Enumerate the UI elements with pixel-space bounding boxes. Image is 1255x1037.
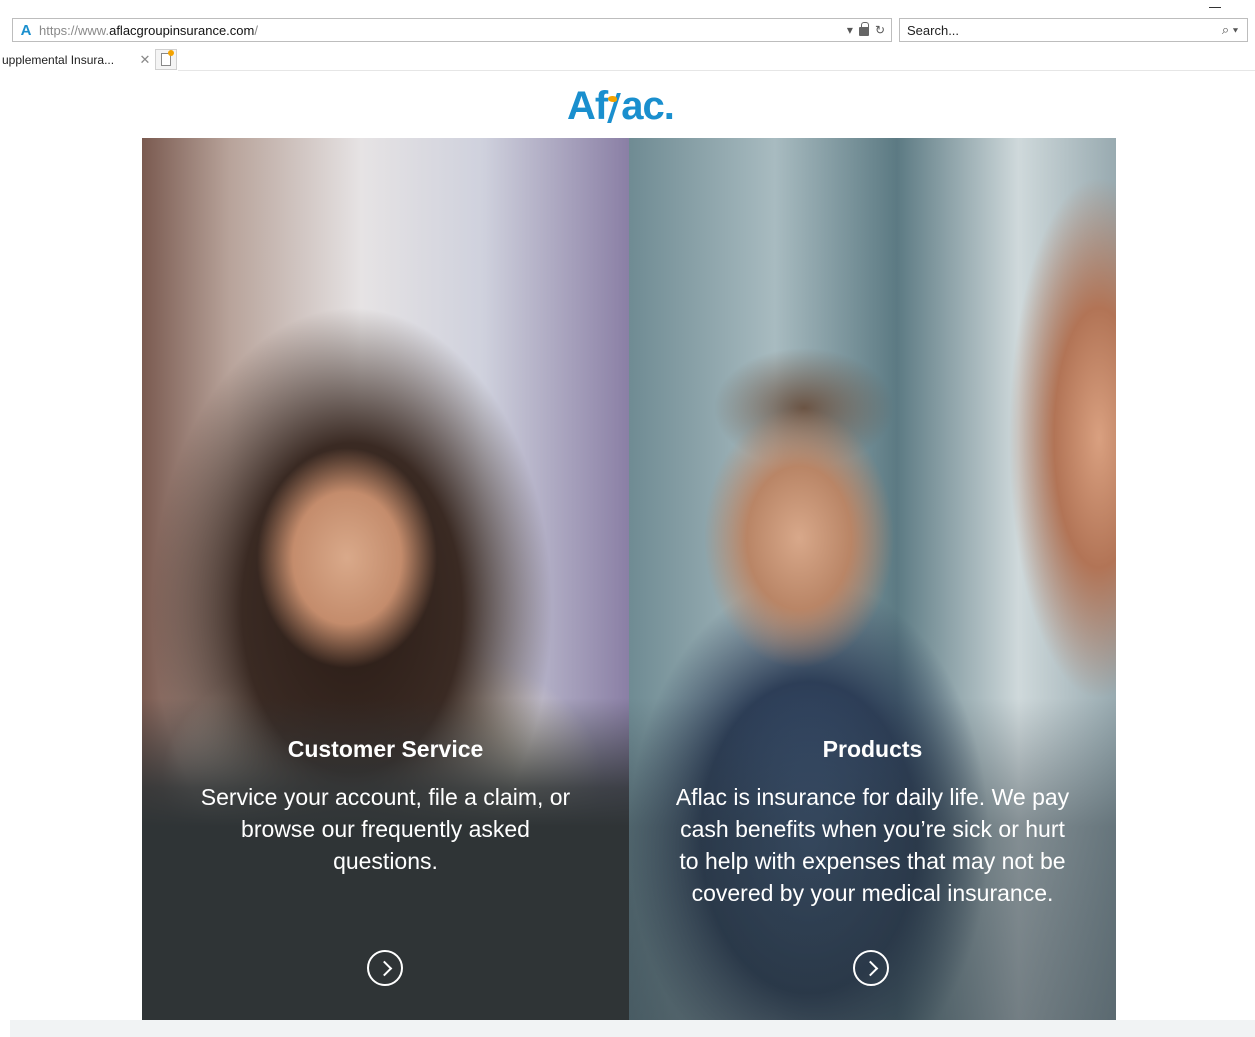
url-prefix: www. bbox=[78, 22, 110, 38]
chevron-right-circle-icon[interactable] bbox=[853, 950, 889, 986]
minimize-button[interactable] bbox=[1209, 0, 1221, 8]
aflac-logo[interactable]: Af ac. bbox=[567, 84, 675, 128]
chrome-divider bbox=[178, 70, 1255, 71]
panel-content: Products Aflac is insurance for daily li… bbox=[629, 736, 1116, 909]
address-bar[interactable]: A https://www.aflacgroupinsurance.com/ ▾… bbox=[12, 18, 892, 42]
site-favicon-icon: A bbox=[20, 21, 32, 39]
tab-active[interactable]: upplemental Insura... ✕ bbox=[0, 48, 153, 72]
panel-description: Aflac is insurance for daily life. We pa… bbox=[675, 784, 1070, 906]
tab-title: upplemental Insura... bbox=[2, 53, 115, 67]
panel-heading: Customer Service bbox=[287, 736, 484, 762]
dropdown-arrow-icon[interactable]: ▾ bbox=[847, 23, 853, 37]
page-footer-strip bbox=[10, 1020, 1255, 1037]
logo-text-after: ac. bbox=[621, 84, 675, 128]
search-box: ⌕ ▾ bbox=[899, 18, 1248, 42]
url-suffix: / bbox=[254, 22, 258, 38]
duck-icon bbox=[607, 91, 621, 121]
customer-service-panel[interactable]: Customer Service Service your account, f… bbox=[142, 138, 629, 1020]
panel-content: Customer Service Service your account, f… bbox=[142, 736, 629, 877]
chevron-right-circle-icon[interactable] bbox=[367, 950, 403, 986]
logo-text-before: Af bbox=[567, 84, 608, 128]
lock-icon[interactable] bbox=[858, 22, 869, 36]
refresh-icon[interactable]: ↻ bbox=[875, 23, 885, 37]
new-tab-spark-icon bbox=[168, 50, 174, 56]
url-host: aflacgroupinsurance.com bbox=[109, 22, 255, 38]
panel-heading: Products bbox=[822, 736, 923, 762]
close-icon[interactable]: ✕ bbox=[137, 52, 153, 68]
panel-description: Service your account, file a claim, or b… bbox=[200, 784, 571, 874]
search-icon[interactable]: ⌕ ▾ bbox=[1213, 22, 1247, 38]
search-input[interactable] bbox=[900, 20, 1213, 40]
address-url[interactable]: https://www.aflacgroupinsurance.com/ bbox=[39, 23, 847, 38]
products-panel[interactable]: Products Aflac is insurance for daily li… bbox=[629, 138, 1116, 1020]
new-tab-button[interactable] bbox=[155, 49, 177, 70]
address-controls: ▾ ↻ bbox=[847, 22, 891, 37]
url-scheme: https:// bbox=[39, 22, 79, 38]
tab-bar: upplemental Insura... ✕ bbox=[0, 48, 1255, 72]
